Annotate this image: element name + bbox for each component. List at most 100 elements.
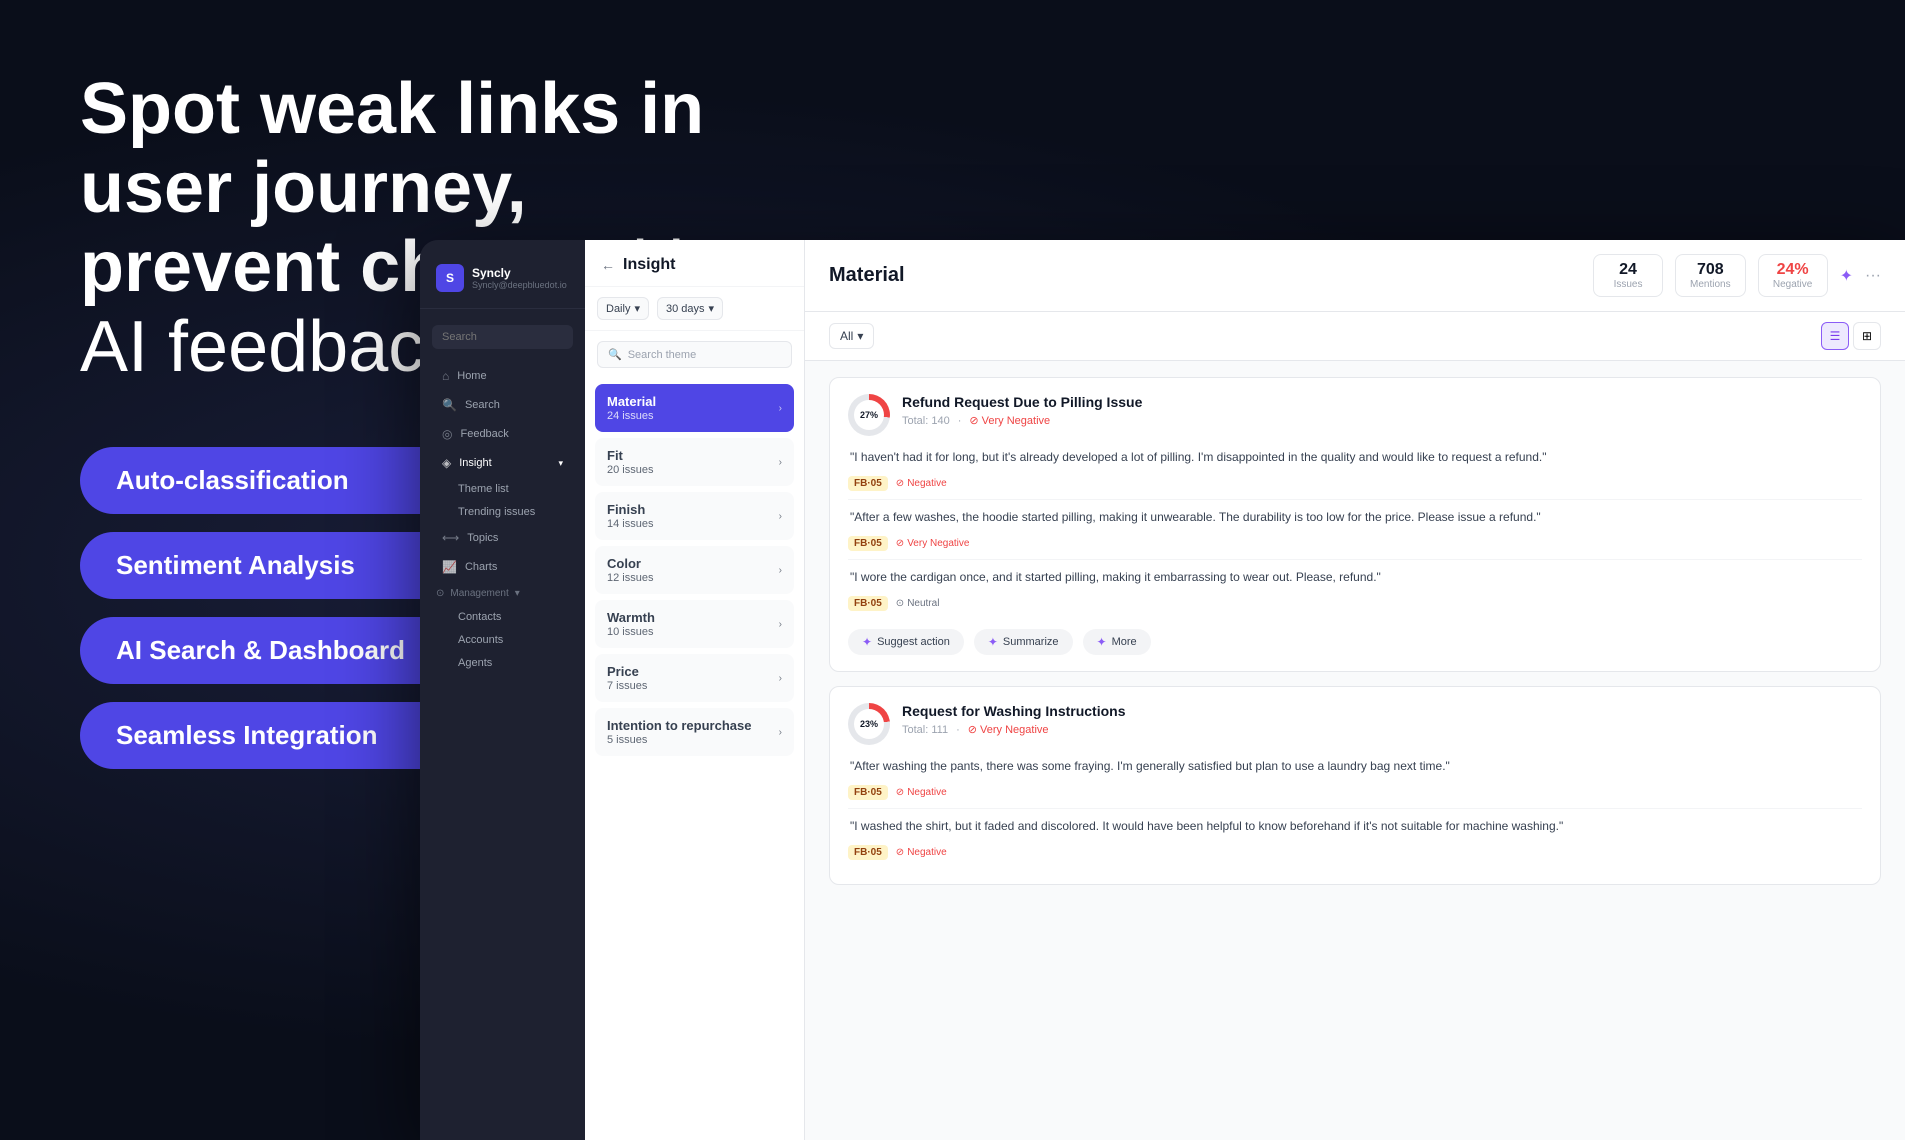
- card1-sentiment: ⊘ Very Negative: [969, 414, 1050, 427]
- card1-quote2: "After a few washes, the hoodie started …: [848, 508, 1862, 526]
- sidebar-subitem-trending[interactable]: Trending issues: [426, 501, 579, 523]
- theme-item-color[interactable]: Color 12 issues ›: [595, 546, 794, 594]
- card1-quote2-meta: FB·05 ⊘ Very Negative: [848, 536, 1862, 551]
- sidebar-label-home: Home: [457, 370, 486, 382]
- header-stats: 24 Issues 708 Mentions 24% Negative ✦ ··…: [1593, 254, 1881, 297]
- theme-arrow-intention: ›: [779, 727, 782, 738]
- sidebar-subitem-accounts[interactable]: Accounts: [426, 629, 579, 651]
- issues-label: Issues: [1608, 279, 1648, 290]
- dropdown-icon: ▾: [634, 302, 640, 315]
- theme-item-price[interactable]: Price 7 issues ›: [595, 654, 794, 702]
- filter-chevron-icon: ▾: [857, 329, 863, 343]
- theme-count-finish: 14 issues: [607, 518, 653, 530]
- badge-seamless-integration[interactable]: Seamless Integration: [80, 702, 460, 769]
- card1-sentiment-donut: 27%: [848, 394, 890, 436]
- badge-ai-search[interactable]: AI Search & Dashboard: [80, 617, 460, 684]
- card1-fb-tag2: FB·05: [848, 536, 888, 551]
- theme-item-finish[interactable]: Finish 14 issues ›: [595, 492, 794, 540]
- card2-total: Total: 111: [902, 724, 948, 736]
- card2-quote1: "After washing the pants, there was some…: [848, 757, 1862, 775]
- badge-auto-classification[interactable]: Auto-classification: [80, 447, 460, 514]
- card2-pct: 23%: [860, 719, 878, 729]
- card2-header: 23% Request for Washing Instructions Tot…: [848, 703, 1862, 745]
- negative-value: 24%: [1773, 261, 1813, 279]
- theme-name-fit: Fit: [607, 448, 653, 463]
- list-view-btn[interactable]: ☰: [1821, 322, 1849, 350]
- filter-daily-btn[interactable]: Daily ▾: [597, 297, 649, 320]
- summarize-btn[interactable]: ✦ Summarize: [974, 629, 1073, 655]
- filter-days-btn[interactable]: 30 days ▾: [657, 297, 723, 320]
- neg-icon4: ⊘: [896, 847, 904, 858]
- sidebar-label-management: Management: [450, 588, 508, 599]
- stat-negative: 24% Negative: [1758, 254, 1828, 297]
- card1-quote3: "I wore the cardigan once, and it starte…: [848, 568, 1862, 586]
- sidebar-item-charts[interactable]: 📈 Charts: [426, 553, 579, 581]
- suggest-action-btn[interactable]: ✦ Suggest action: [848, 629, 964, 655]
- insight-filters: Daily ▾ 30 days ▾: [585, 287, 804, 331]
- topics-icon: ⟷: [442, 531, 459, 545]
- filter-bar: All ▾ ☰ ⊞: [805, 312, 1905, 361]
- sidebar-item-search[interactable]: 🔍 Search: [426, 391, 579, 419]
- neg-icon2: ⊘: [896, 538, 904, 549]
- sidebar-subitem-agents[interactable]: Agents: [426, 652, 579, 674]
- theme-count-price: 7 issues: [607, 680, 647, 692]
- card2-sentiment-donut: 23%: [848, 703, 890, 745]
- suggest-icon: ✦: [862, 635, 872, 649]
- card1-sentiment-tag1: ⊘ Negative: [896, 478, 947, 489]
- theme-count-intention: 5 issues: [607, 734, 751, 746]
- sidebar-item-topics[interactable]: ⟷ Topics: [426, 524, 579, 552]
- divider1: [848, 499, 1862, 500]
- sidebar-item-feedback[interactable]: ◎ Feedback: [426, 420, 579, 448]
- card1-quote1: "I haven't had it for long, but it's alr…: [848, 448, 1862, 466]
- main-header: Material 24 Issues 708 Mentions 24% Nega…: [805, 240, 1905, 312]
- insight-panel-title: Insight: [623, 256, 675, 274]
- search-theme-container: 🔍 Search theme: [597, 341, 792, 368]
- more-actions-btn[interactable]: ✦ More: [1083, 629, 1151, 655]
- theme-item-intention[interactable]: Intention to repurchase 5 issues ›: [595, 708, 794, 756]
- brand-name: Syncly: [472, 266, 567, 280]
- card1-info: Refund Request Due to Pilling Issue Tota…: [902, 394, 1862, 427]
- main-content: Material 24 Issues 708 Mentions 24% Nega…: [805, 240, 1905, 1140]
- card2-quote1-meta: FB·05 ⊘ Negative: [848, 785, 1862, 800]
- sidebar-label-charts: Charts: [465, 561, 497, 573]
- sparkle-icon[interactable]: ✦: [1840, 266, 1853, 286]
- grid-view-btn[interactable]: ⊞: [1853, 322, 1881, 350]
- card2-sentiment: ⊘ Very Negative: [968, 723, 1049, 736]
- theme-item-warmth[interactable]: Warmth 10 issues ›: [595, 600, 794, 648]
- all-filter-btn[interactable]: All ▾: [829, 323, 874, 349]
- theme-arrow-material: ›: [779, 403, 782, 414]
- card2-quote2-meta: FB·05 ⊘ Negative: [848, 845, 1862, 860]
- sidebar-search-input[interactable]: [432, 325, 573, 349]
- badge-sentiment-analysis[interactable]: Sentiment Analysis: [80, 532, 460, 599]
- theme-item-material[interactable]: Material 24 issues ›: [595, 384, 794, 432]
- card1-quote3-meta: FB·05 ⊙ Neutral: [848, 596, 1862, 611]
- mentions-label: Mentions: [1690, 279, 1731, 290]
- sidebar-item-management[interactable]: ⊙ Management ▾: [420, 582, 585, 605]
- sidebar-item-insight[interactable]: ◈ Insight ▾: [426, 449, 579, 477]
- sidebar-subitem-theme-list[interactable]: Theme list: [426, 478, 579, 500]
- theme-arrow-finish: ›: [779, 511, 782, 522]
- more-options-btn[interactable]: ···: [1865, 267, 1881, 285]
- insight-header: ← Insight: [585, 240, 804, 287]
- theme-item-fit[interactable]: Fit 20 issues ›: [595, 438, 794, 486]
- brand-info: Syncly Syncly@deepbluedot.io: [472, 266, 567, 290]
- card1-quote1-meta: FB·05 ⊘ Negative: [848, 476, 1862, 491]
- card1-pct: 27%: [860, 410, 878, 420]
- sidebar-label-feedback: Feedback: [460, 428, 508, 440]
- sidebar-item-home[interactable]: ⌂ Home: [426, 362, 579, 390]
- theme-count-warmth: 10 issues: [607, 626, 655, 638]
- management-expand-icon: ▾: [515, 588, 520, 599]
- brand-logo: S: [436, 264, 464, 292]
- charts-icon: 📈: [442, 560, 457, 574]
- theme-arrow-fit: ›: [779, 457, 782, 468]
- warning-icon2: ⊘: [968, 724, 977, 736]
- sidebar: S Syncly Syncly@deepbluedot.io ⌂ Home 🔍 …: [420, 240, 585, 1140]
- back-button[interactable]: ←: [601, 257, 615, 273]
- divider2: [848, 559, 1862, 560]
- theme-name-finish: Finish: [607, 502, 653, 517]
- sidebar-subitem-contacts[interactable]: Contacts: [426, 606, 579, 628]
- theme-name-price: Price: [607, 664, 647, 679]
- theme-name-color: Color: [607, 556, 653, 571]
- app-window: S Syncly Syncly@deepbluedot.io ⌂ Home 🔍 …: [420, 240, 1905, 1140]
- sidebar-label-topics: Topics: [467, 532, 498, 544]
